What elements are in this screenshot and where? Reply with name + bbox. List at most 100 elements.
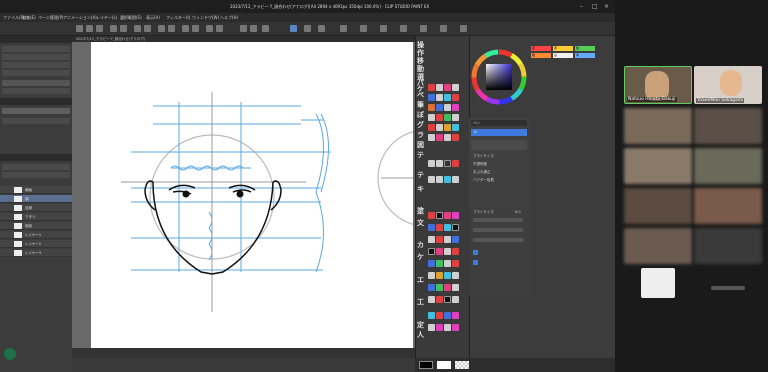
tool-icon[interactable]	[444, 212, 451, 219]
open-icon[interactable]	[86, 25, 93, 32]
participant-tile[interactable]	[624, 188, 692, 224]
tool-icon[interactable]	[444, 224, 451, 231]
menu-filter[interactable]: フィルター(I)	[166, 15, 190, 21]
menu-edit[interactable]: 編集(E)	[22, 15, 36, 21]
layer-row[interactable]: レイヤー2	[0, 240, 72, 248]
tool-icon[interactable]	[436, 104, 443, 111]
tool-icon[interactable]	[452, 324, 459, 331]
transparent-color-chip[interactable]	[455, 361, 469, 369]
balloon-icon[interactable]	[440, 25, 447, 32]
tool-icon[interactable]	[452, 160, 459, 167]
participant-tile[interactable]: YaSenMan Sakagami	[694, 66, 762, 104]
swatch[interactable]: 青	[575, 53, 595, 58]
tool-icon[interactable]	[428, 324, 435, 331]
tool-icon[interactable]	[452, 94, 459, 101]
tool-icon[interactable]	[436, 114, 443, 121]
checkbox[interactable]	[473, 260, 478, 265]
tool-icon[interactable]	[428, 104, 435, 111]
layer-row[interactable]: レイヤー1	[0, 231, 72, 239]
tool-property-row[interactable]	[2, 80, 70, 86]
participant-tile[interactable]	[694, 108, 762, 144]
participant-tile[interactable]	[694, 188, 762, 224]
tool-icon[interactable]	[428, 284, 435, 291]
tool-icon[interactable]	[452, 134, 459, 141]
menu-animation[interactable]: アニメーション(A)	[63, 15, 97, 21]
tool-icon[interactable]	[444, 124, 451, 131]
tool-icon[interactable]	[444, 248, 451, 255]
tool-icon[interactable]	[428, 160, 435, 167]
reference-icon[interactable]	[206, 25, 213, 32]
tool-icon[interactable]	[452, 312, 459, 319]
swatch[interactable]: 橙	[531, 53, 551, 58]
drawing-paper[interactable]	[91, 42, 475, 348]
tool-icon[interactable]	[444, 104, 451, 111]
brush-size-row-2[interactable]	[2, 54, 70, 60]
tool-icon[interactable]	[444, 114, 451, 121]
tool-icon[interactable]	[452, 284, 459, 291]
gradient-icon[interactable]	[380, 25, 387, 32]
tool-icon[interactable]	[452, 236, 459, 243]
size-slider[interactable]	[473, 218, 523, 222]
rotate-right-icon[interactable]	[250, 25, 257, 32]
hand-icon[interactable]	[304, 25, 311, 32]
tool-icon[interactable]	[428, 260, 435, 267]
tool-icon[interactable]	[444, 260, 451, 267]
tool-icon[interactable]	[436, 236, 443, 243]
tool-icon[interactable]	[436, 94, 443, 101]
tool-icon[interactable]	[436, 296, 443, 303]
tool-icon[interactable]	[428, 212, 435, 219]
tool-icon[interactable]	[436, 248, 443, 255]
tool-icon[interactable]	[428, 272, 435, 279]
tool-icon[interactable]	[452, 260, 459, 267]
tool-icon[interactable]	[428, 94, 435, 101]
stabilizer-slider[interactable]	[473, 238, 523, 242]
tool-icon[interactable]	[452, 212, 459, 219]
save-icon[interactable]	[96, 25, 103, 32]
tool-icon[interactable]	[428, 114, 435, 121]
new-file-icon[interactable]	[76, 25, 83, 32]
tool-icon[interactable]	[428, 248, 435, 255]
tool-icon[interactable]	[436, 312, 443, 319]
tool-icon[interactable]	[444, 160, 451, 167]
tool-icon[interactable]	[428, 134, 435, 141]
tool-icon[interactable]	[452, 84, 459, 91]
minimize-icon[interactable]: –	[580, 3, 583, 10]
text-icon[interactable]	[400, 25, 407, 32]
participant-tile[interactable]	[624, 108, 692, 144]
tool-icon[interactable]	[428, 236, 435, 243]
ruler-icon[interactable]	[460, 25, 467, 32]
menu-select[interactable]: 選択範囲(S)	[120, 15, 142, 21]
opacity-slider-right[interactable]	[473, 228, 523, 232]
frame-icon[interactable]	[420, 25, 427, 32]
opacity-slider[interactable]	[2, 172, 70, 178]
tool-icon[interactable]	[452, 124, 459, 131]
tool-icon[interactable]	[452, 224, 459, 231]
sub-color-chip[interactable]	[437, 361, 451, 369]
grid-snap-icon[interactable]	[192, 25, 199, 32]
tool-icon[interactable]	[428, 312, 435, 319]
participant-avatar-tile[interactable]	[641, 268, 675, 298]
menu-window[interactable]: ウィンドウ(W)	[192, 15, 219, 21]
tool-icon[interactable]	[428, 296, 435, 303]
eyedropper-icon[interactable]	[340, 25, 347, 32]
swatch[interactable]: 白	[553, 53, 573, 58]
tool-icon[interactable]	[452, 114, 459, 121]
participant-tile[interactable]	[624, 228, 692, 264]
menu-page[interactable]: ページ管理(P)	[38, 15, 63, 21]
ruler-snap-icon[interactable]	[182, 25, 189, 32]
layer-row-active[interactable]: 顔	[0, 195, 72, 203]
swatch[interactable]: 黄	[553, 46, 573, 51]
tool-icon[interactable]	[444, 324, 451, 331]
fill-icon[interactable]	[360, 25, 367, 32]
tool-icon[interactable]	[428, 224, 435, 231]
tool-icon[interactable]	[436, 272, 443, 279]
tool-icon[interactable]	[444, 94, 451, 101]
tool-icon[interactable]	[452, 176, 459, 183]
tool-icon[interactable]	[452, 248, 459, 255]
participant-tile[interactable]	[694, 228, 762, 264]
participant-tile-active[interactable]: Natsuo Hinata Gakuji	[624, 66, 692, 104]
close-icon[interactable]: ×	[604, 3, 609, 10]
menu-view[interactable]: 表示(V)	[146, 15, 160, 21]
layer-color-row[interactable]	[2, 108, 70, 114]
layer-effect-row[interactable]	[2, 118, 70, 124]
